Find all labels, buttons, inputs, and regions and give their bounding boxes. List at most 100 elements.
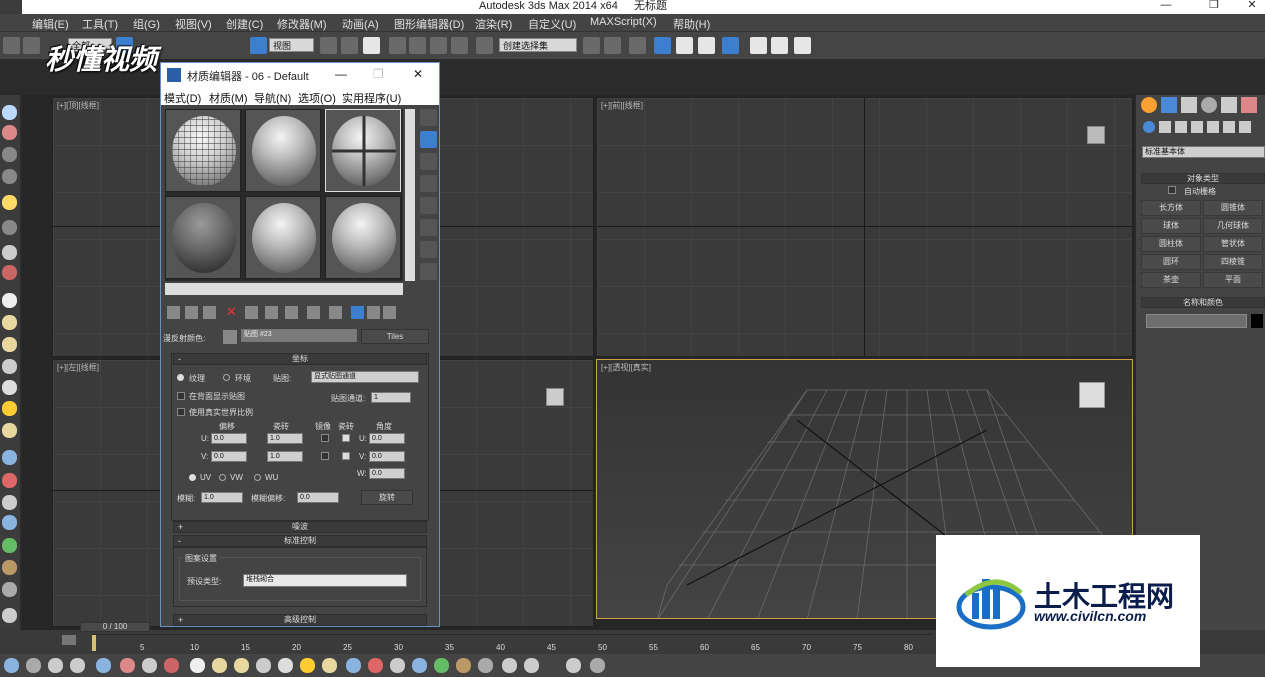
v-tile-checkbox[interactable] bbox=[342, 452, 350, 460]
blur-input[interactable]: 1.0 bbox=[201, 492, 243, 503]
teapot-icon[interactable] bbox=[4, 658, 19, 673]
menu-help[interactable]: 帮助(H) bbox=[673, 16, 710, 32]
make-unique-icon[interactable] bbox=[245, 306, 258, 319]
maximize-button[interactable]: ❐ bbox=[1194, 0, 1234, 12]
coordinates-header[interactable]: - 坐标 bbox=[173, 353, 427, 365]
put-to-scene-icon[interactable] bbox=[185, 306, 198, 319]
named-selection-dropdown[interactable]: 创建选择集 bbox=[499, 38, 577, 52]
show-shaded-icon[interactable] bbox=[307, 306, 320, 319]
particle-icon[interactable] bbox=[164, 658, 179, 673]
options-icon[interactable] bbox=[420, 241, 437, 258]
align-icon[interactable] bbox=[604, 37, 621, 54]
cone-button[interactable]: 圆锥体 bbox=[1203, 200, 1263, 216]
plant-icon[interactable] bbox=[434, 658, 449, 673]
sample-slot[interactable] bbox=[165, 196, 241, 279]
category-dropdown[interactable]: 标准基本体 bbox=[1142, 146, 1265, 158]
environ-radio[interactable] bbox=[223, 374, 230, 381]
render-sphere-icon[interactable] bbox=[2, 608, 17, 623]
percent-snap-icon[interactable] bbox=[430, 37, 447, 54]
go-forward-sibling-icon[interactable] bbox=[367, 306, 380, 319]
light-icon[interactable] bbox=[2, 105, 17, 120]
curve-editor-icon[interactable] bbox=[676, 37, 693, 54]
page-icon[interactable] bbox=[70, 658, 85, 673]
sample-slot[interactable] bbox=[245, 196, 321, 279]
box-button[interactable]: 长方体 bbox=[1141, 200, 1201, 216]
time-slider[interactable]: 0 / 100 bbox=[80, 622, 150, 632]
menu-views[interactable]: 视图(V) bbox=[175, 16, 212, 32]
u-tile-checkbox[interactable] bbox=[342, 434, 350, 442]
u-offset-input[interactable]: 0.0 bbox=[211, 433, 247, 444]
object-color-swatch[interactable] bbox=[1251, 314, 1263, 328]
noise-header[interactable]: + 噪波 bbox=[173, 521, 427, 533]
me-menu-navigation[interactable]: 导航(N) bbox=[254, 90, 291, 106]
menu-animation[interactable]: 动画(A) bbox=[342, 16, 379, 32]
viewport-left-label[interactable]: [+][左][线框] bbox=[57, 362, 99, 373]
sun-icon[interactable] bbox=[2, 401, 17, 416]
layer-manager-icon[interactable] bbox=[629, 37, 646, 54]
geometry-icon[interactable] bbox=[1143, 121, 1155, 133]
me-minimize-button[interactable]: — bbox=[335, 67, 347, 81]
cameras-icon[interactable] bbox=[1191, 121, 1203, 133]
get-material-icon[interactable] bbox=[167, 306, 180, 319]
sphere-button[interactable]: 球体 bbox=[1141, 218, 1201, 234]
u-mirror-checkbox[interactable] bbox=[321, 434, 329, 442]
bone-icon[interactable] bbox=[390, 658, 405, 673]
eyedropper-icon[interactable] bbox=[223, 330, 237, 344]
menu-tools[interactable]: 工具(T) bbox=[82, 16, 118, 32]
real-world-checkbox[interactable] bbox=[177, 408, 185, 416]
me-maximize-button[interactable]: ❐ bbox=[373, 67, 384, 81]
torus-icon[interactable] bbox=[322, 658, 337, 673]
track-bar-toggle-icon[interactable] bbox=[62, 635, 76, 645]
put-to-library-icon[interactable] bbox=[265, 306, 278, 319]
shape-icon[interactable] bbox=[2, 169, 17, 184]
paint-icon[interactable] bbox=[2, 473, 17, 488]
me-menu-utilities[interactable]: 实用程序(U) bbox=[342, 90, 401, 106]
select-by-material-icon[interactable] bbox=[420, 263, 437, 280]
teapot-icon[interactable] bbox=[256, 658, 271, 673]
sample-slot[interactable] bbox=[165, 109, 241, 192]
display-tab-icon[interactable] bbox=[1221, 97, 1237, 113]
make-preview-icon[interactable] bbox=[420, 219, 437, 236]
video-color-icon[interactable] bbox=[420, 197, 437, 214]
u-tiling-input[interactable]: 1.0 bbox=[267, 433, 303, 444]
pick-from-object-icon[interactable] bbox=[383, 306, 396, 319]
viewcube-icon[interactable] bbox=[1079, 382, 1105, 408]
sample-slot-active[interactable] bbox=[325, 109, 401, 192]
v-angle-input[interactable]: 0.0 bbox=[369, 451, 405, 462]
viewport-front[interactable]: [+][前][线框] bbox=[596, 97, 1133, 357]
shapes-icon[interactable] bbox=[1159, 121, 1171, 133]
sphere-icon[interactable] bbox=[234, 658, 249, 673]
me-close-button[interactable]: ✕ bbox=[413, 67, 423, 81]
unlink-icon[interactable] bbox=[23, 37, 40, 54]
globe-icon[interactable] bbox=[2, 515, 17, 530]
paint-icon[interactable] bbox=[368, 658, 383, 673]
assign-material-icon[interactable] bbox=[203, 306, 216, 319]
blur-offset-input[interactable]: 0.0 bbox=[297, 492, 339, 503]
camera-icon[interactable] bbox=[2, 125, 17, 140]
material-id-icon[interactable] bbox=[285, 306, 298, 319]
menu-group[interactable]: 组(G) bbox=[133, 16, 160, 32]
menu-modifiers[interactable]: 修改器(M) bbox=[277, 16, 327, 32]
tube-button[interactable]: 管状体 bbox=[1203, 236, 1263, 252]
cone-icon[interactable] bbox=[212, 658, 227, 673]
motion-tab-icon[interactable] bbox=[1201, 97, 1217, 113]
pyramid-icon[interactable] bbox=[2, 380, 17, 395]
viewport-top-label[interactable]: [+][顶][线框] bbox=[57, 100, 99, 111]
map-type-button[interactable]: Tiles bbox=[361, 329, 429, 344]
clock-icon[interactable] bbox=[590, 658, 605, 673]
teapot-icon[interactable] bbox=[2, 359, 17, 374]
crowd-icon[interactable] bbox=[2, 582, 17, 597]
v-mirror-checkbox[interactable] bbox=[321, 452, 329, 460]
texture-radio[interactable] bbox=[177, 374, 184, 381]
helper-icon[interactable] bbox=[142, 658, 157, 673]
rendered-frame-icon[interactable] bbox=[771, 37, 788, 54]
edit-named-sel-icon[interactable] bbox=[476, 37, 493, 54]
teapot-button[interactable]: 茶壶 bbox=[1141, 272, 1201, 288]
utilities-tab-icon[interactable] bbox=[1241, 97, 1257, 113]
uv-tiling-icon[interactable] bbox=[420, 175, 437, 192]
system-icon[interactable] bbox=[2, 245, 17, 260]
sample-slot[interactable] bbox=[325, 196, 401, 279]
angle-snap-icon[interactable] bbox=[409, 37, 426, 54]
timeline-track[interactable]: 5 10 15 20 25 30 35 40 45 50 55 60 65 70… bbox=[92, 634, 932, 652]
biped-icon[interactable] bbox=[456, 658, 471, 673]
